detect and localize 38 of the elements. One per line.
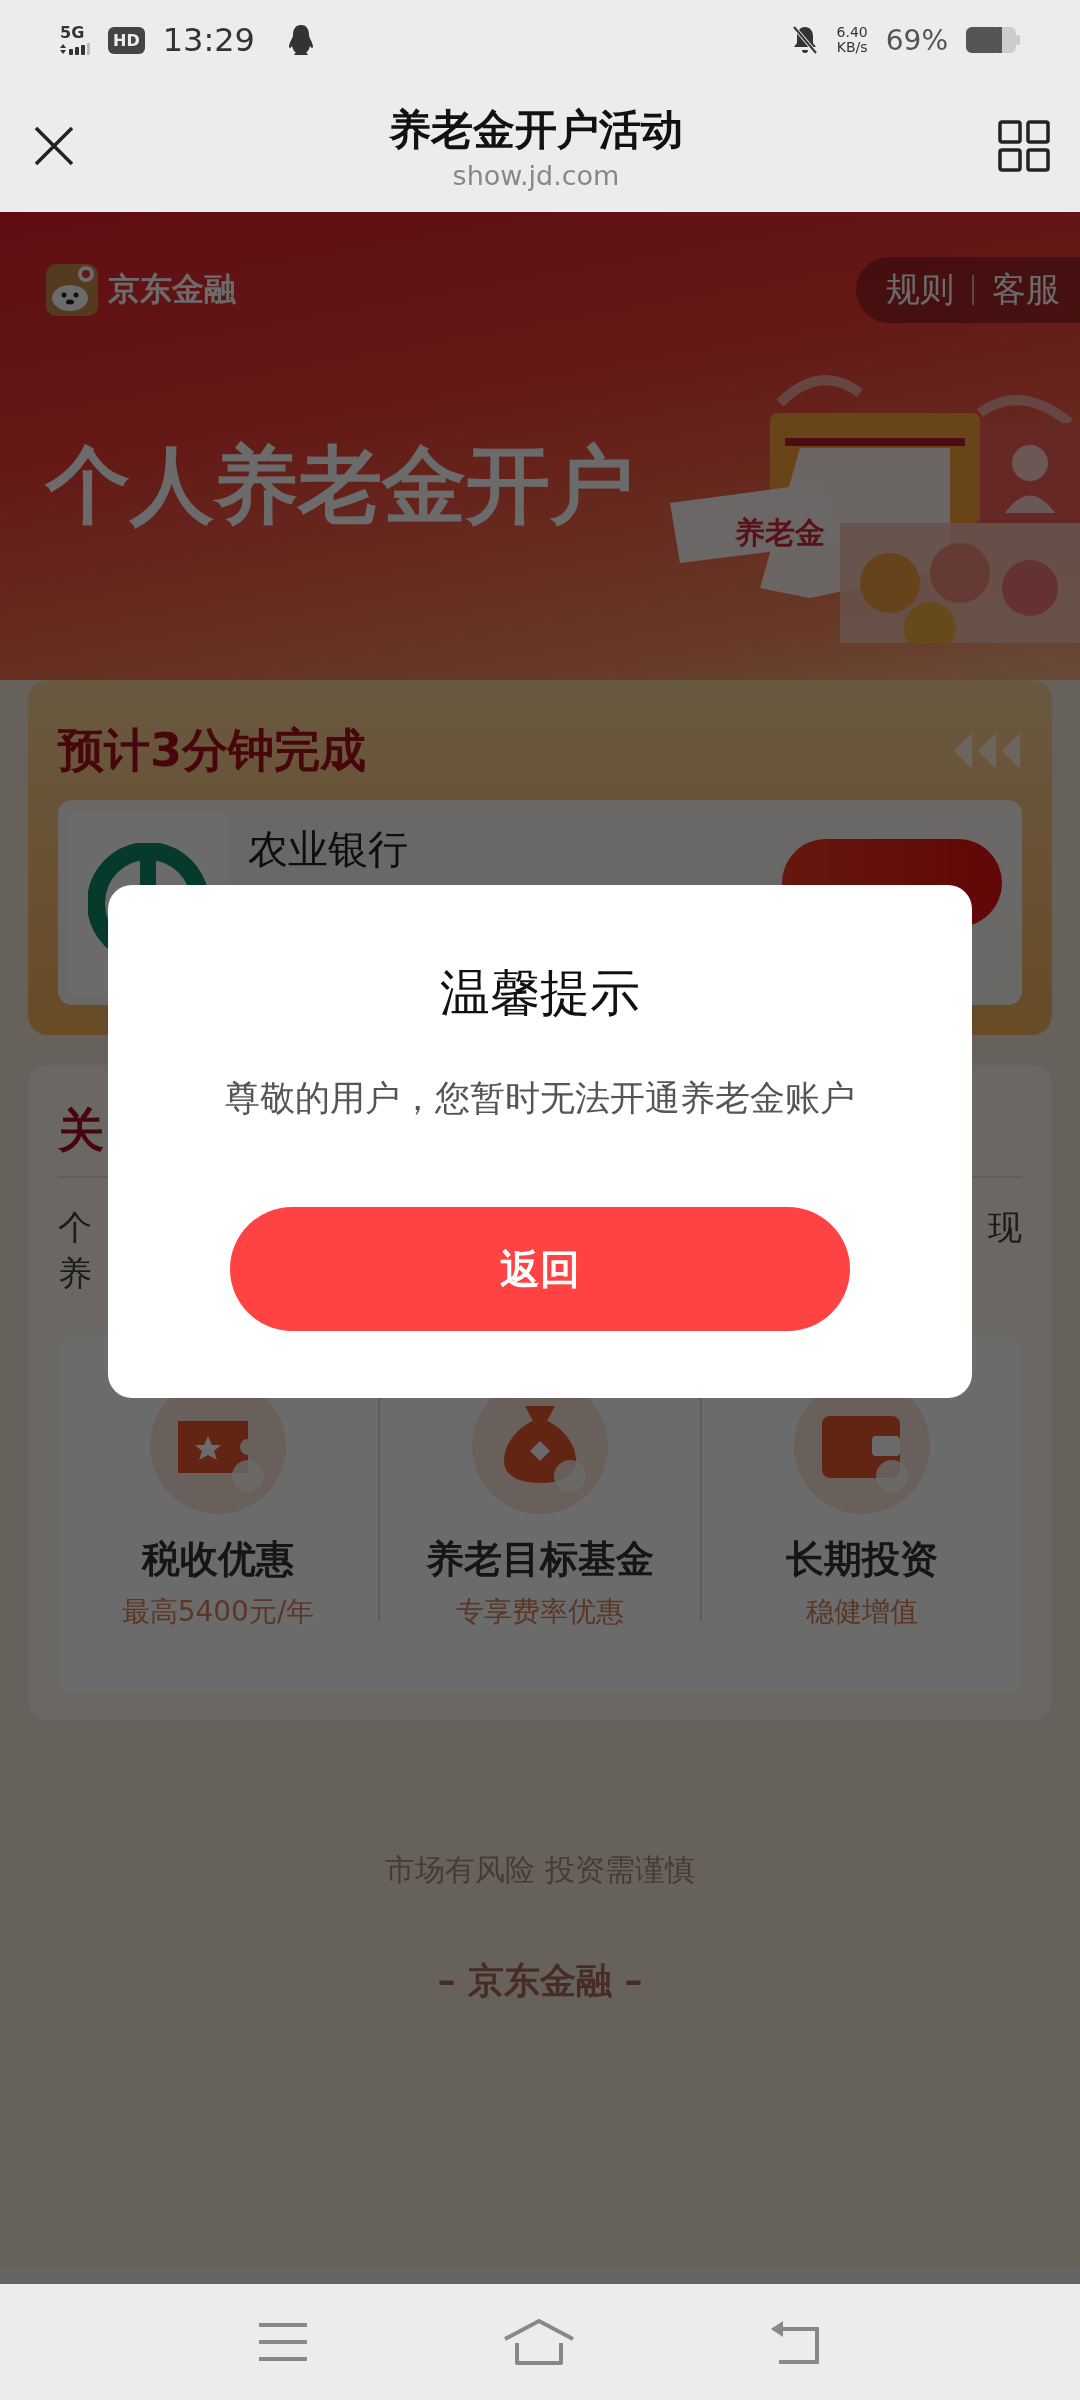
paragraph-text: 现 <box>988 1206 1022 1250</box>
penguin-icon <box>286 24 315 56</box>
page-title: 养老金开户活动 <box>389 103 683 156</box>
network-speed-value: 6.40 <box>836 24 868 40</box>
network-speed-unit: KB/s <box>836 40 868 56</box>
dialog-title: 温馨提示 <box>440 963 640 1024</box>
hd-badge: HD <box>108 26 145 54</box>
muted-bell-icon <box>790 25 819 55</box>
feature-title: 养老目标基金 <box>426 1536 654 1584</box>
feature-title: 长期投资 <box>786 1536 938 1584</box>
close-icon[interactable] <box>34 126 74 166</box>
chevrons-icon <box>952 731 1022 771</box>
brand-name: 京东金融 <box>108 269 236 310</box>
dialog-message: 尊敬的用户，您暂时无法开通养老金账户 <box>225 1077 855 1120</box>
network-label: 5G <box>60 25 86 41</box>
feature-subtitle: 稳健增值 <box>806 1594 918 1631</box>
paragraph-text: 养 <box>58 1252 92 1296</box>
signal-icon <box>60 43 90 55</box>
card-title: 关 <box>58 1103 104 1159</box>
return-button[interactable]: 返回 <box>230 1207 850 1331</box>
feature-title: 税收优惠 <box>142 1536 294 1584</box>
illustration-label: 养老金 <box>735 515 825 550</box>
bank-name: 农业银行 <box>248 825 408 874</box>
grid-menu-icon[interactable] <box>998 120 1050 172</box>
battery-percent: 69% <box>885 23 948 57</box>
banner-title: 个人养老金开户 <box>46 435 634 536</box>
battery-icon <box>966 27 1020 53</box>
header-link[interactable]: 客服 <box>992 267 1060 313</box>
dog-logo-icon <box>46 264 98 316</box>
paragraph-text: 个 <box>58 1206 92 1250</box>
menu-icon[interactable] <box>257 2322 309 2362</box>
feature-subtitle: 最高5400元/年 <box>121 1594 315 1631</box>
feature-subtitle: 专享费率优惠 <box>456 1594 624 1631</box>
page-url: show.jd.com <box>452 159 620 191</box>
clock-time: 13:29 <box>162 21 255 59</box>
header-link[interactable]: 规则 <box>886 267 954 313</box>
home-icon[interactable] <box>503 2319 575 2365</box>
card-title: 预计3分钟完成 <box>58 722 366 779</box>
